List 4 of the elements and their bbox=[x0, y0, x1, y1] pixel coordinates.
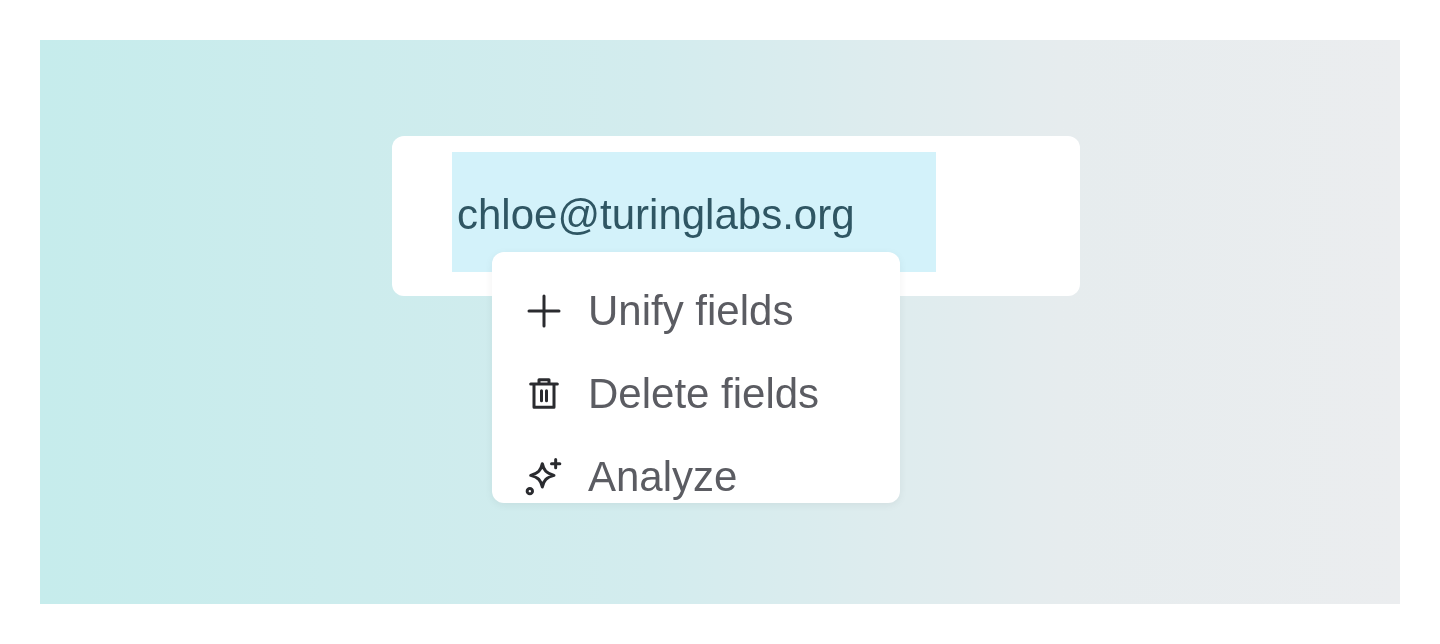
sparkle-icon bbox=[524, 456, 564, 497]
menu-item[interactable]: Analyze bbox=[492, 435, 900, 518]
menu-item[interactable]: Delete fields bbox=[492, 352, 900, 435]
menu-item[interactable]: Unify fields bbox=[492, 269, 900, 352]
